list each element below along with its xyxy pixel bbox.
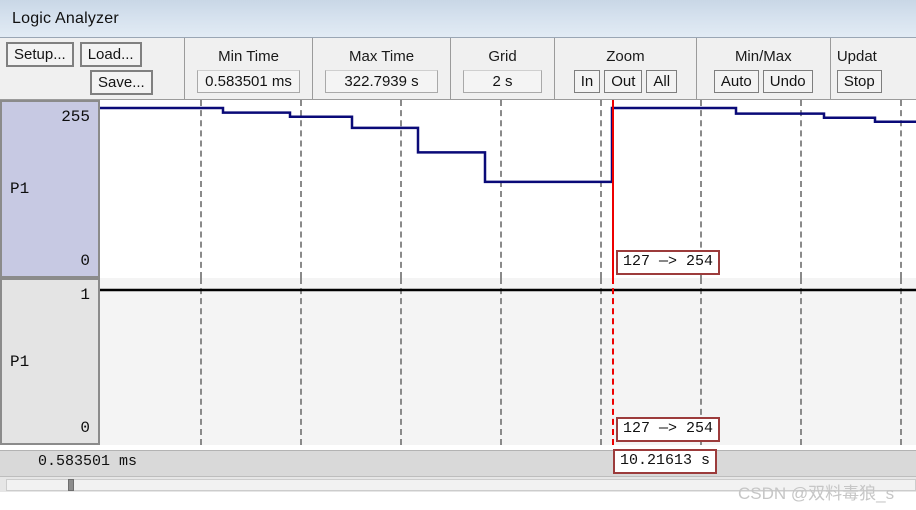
track-1-plot[interactable]: 127 —> 254 bbox=[100, 100, 916, 278]
minmax-auto-button[interactable]: Auto bbox=[713, 70, 759, 93]
toolbar-group-file: Setup... Load... Save... bbox=[0, 38, 184, 99]
setup-button[interactable]: Setup... bbox=[6, 42, 74, 67]
track-1-name: P1 bbox=[10, 180, 30, 198]
track-1-min-label: 0 bbox=[80, 252, 90, 270]
zoom-in-button[interactable]: In bbox=[573, 70, 601, 93]
scrollbar-thumb[interactable] bbox=[68, 479, 74, 491]
track-digital-p1: 1 P1 0 127 —> 254 bbox=[0, 278, 916, 445]
toolbar-group-min-time: Min Time 0.583501 ms bbox=[184, 38, 312, 99]
track-analog-p1: 255 P1 0 127 —> 254 bbox=[0, 100, 916, 278]
track-2-min-label: 0 bbox=[80, 419, 90, 437]
time-axis-bar: 0.583501 ms 10.21613 s bbox=[0, 449, 916, 476]
window-title: Logic Analyzer bbox=[12, 9, 119, 27]
update-label: Updat bbox=[836, 48, 877, 65]
minmax-label: Min/Max bbox=[734, 48, 792, 65]
window-titlebar: Logic Analyzer bbox=[0, 0, 916, 38]
track-1-trace bbox=[100, 106, 916, 184]
max-time-label: Max Time bbox=[349, 48, 415, 65]
axis-start-time: 0.583501 ms bbox=[38, 453, 138, 470]
track-label-pane-2[interactable]: 1 P1 0 bbox=[0, 278, 100, 445]
toolbar-group-update: Updat Stop bbox=[829, 38, 916, 99]
track-2-max-label: 1 bbox=[80, 286, 90, 304]
update-stop-button[interactable]: Stop bbox=[836, 70, 882, 93]
waveform-area: 255 P1 0 127 —> 254 1 P1 0 127 —> 254 bbox=[0, 100, 916, 450]
toolbar-group-minmax: Min/Max Auto Undo bbox=[695, 38, 830, 99]
toolbar-group-grid: Grid 2 s bbox=[450, 38, 554, 99]
horizontal-scrollbar[interactable] bbox=[0, 476, 916, 492]
save-button[interactable]: Save... bbox=[90, 70, 153, 95]
zoom-out-button[interactable]: Out bbox=[604, 70, 643, 93]
load-button[interactable]: Load... bbox=[79, 42, 142, 67]
min-time-label: Min Time bbox=[218, 48, 279, 65]
time-cursor-secondary[interactable] bbox=[612, 278, 614, 445]
scrollbar-track[interactable] bbox=[6, 479, 916, 491]
grid-label: Grid bbox=[488, 48, 517, 65]
track-label-pane-1[interactable]: 255 P1 0 bbox=[0, 100, 100, 278]
grid-field[interactable]: 2 s bbox=[463, 70, 543, 93]
track-1-annotation: 127 —> 254 bbox=[616, 250, 721, 275]
cursor-time-readout: 10.21613 s bbox=[613, 449, 718, 474]
min-time-field[interactable]: 0.583501 ms bbox=[197, 70, 301, 93]
toolbar-group-zoom: Zoom In Out All bbox=[554, 38, 696, 99]
zoom-all-button[interactable]: All bbox=[646, 70, 678, 93]
zoom-label: Zoom bbox=[606, 48, 645, 65]
track-2-trace bbox=[100, 288, 916, 292]
track-2-annotation: 127 —> 254 bbox=[616, 417, 721, 442]
max-time-field[interactable]: 322.7939 s bbox=[325, 70, 439, 93]
toolbar: Setup... Load... Save... Min Time 0.5835… bbox=[0, 38, 916, 100]
toolbar-group-max-time: Max Time 322.7939 s bbox=[312, 38, 450, 99]
time-cursor[interactable] bbox=[612, 100, 614, 278]
track-2-plot[interactable]: 127 —> 254 bbox=[100, 278, 916, 445]
minmax-undo-button[interactable]: Undo bbox=[762, 70, 813, 93]
track-2-name: P1 bbox=[10, 352, 30, 371]
track-1-max-label: 255 bbox=[61, 108, 90, 126]
